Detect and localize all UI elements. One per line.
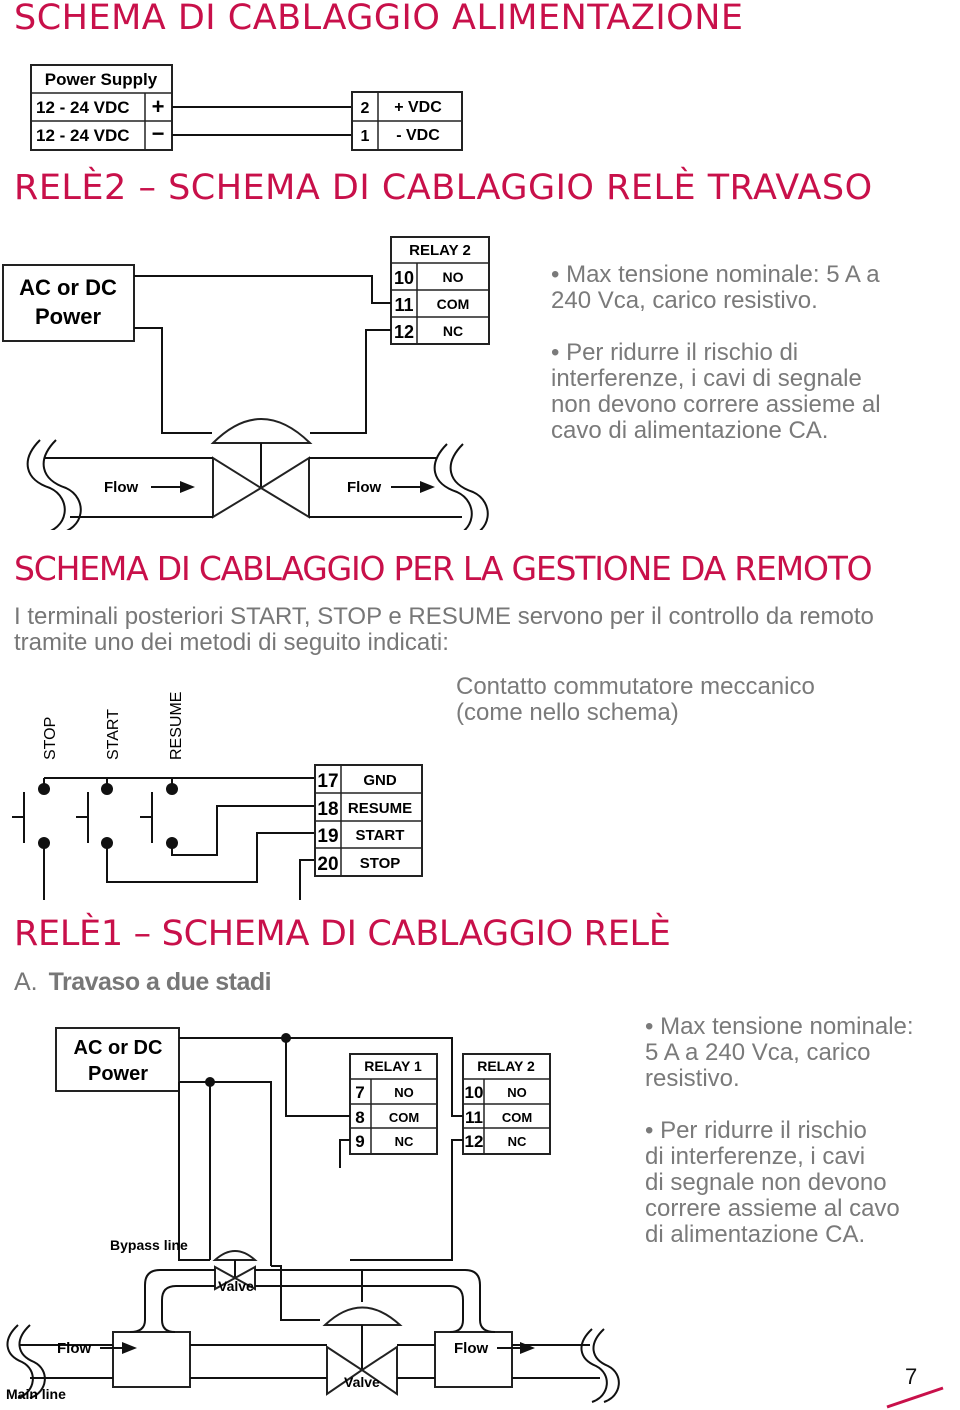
relay-terminal-label: NO xyxy=(443,269,464,285)
power-supply-header: Power Supply xyxy=(45,70,158,89)
power-box-line1: AC or DC xyxy=(19,275,117,300)
bypass-valve-label: Valve xyxy=(218,1278,254,1294)
switch-caption: Contatto commutatore meccanico (come nel… xyxy=(456,673,815,726)
relay-terminal-label: COM xyxy=(389,1110,419,1125)
relay2-notes: • Max tensione nominale: 5 A a 240 Vca, … xyxy=(551,236,951,470)
relay-terminal-number: 7 xyxy=(355,1083,364,1102)
wire-relay1-nc xyxy=(339,1139,350,1168)
relay-terminal-number: 12 xyxy=(465,1132,484,1151)
relay2-diagram: AC or DC Power RELAY 2 10 NO 11 COM 12 N… xyxy=(2,236,490,530)
relay-header: RELAY 2 xyxy=(409,242,471,259)
page-accent-stroke xyxy=(886,1386,944,1409)
wire-stop xyxy=(43,843,315,900)
wire-resume xyxy=(171,805,315,856)
two-stage-diagram: AC or DC Power RELAY 1 7 NO 8 COM 9 NC R… xyxy=(6,1027,620,1403)
main-valve-label: Valve xyxy=(344,1374,380,1390)
relay-terminal-number: 12 xyxy=(394,322,414,342)
subsection-prefix: A. xyxy=(14,968,38,996)
relay-terminal-label: NO xyxy=(394,1085,414,1100)
subsection-title: A. Travaso a due stadi xyxy=(14,968,272,997)
main-valve-actuator xyxy=(322,1306,403,1326)
remote-terminal-label: START xyxy=(356,827,405,844)
note-interference: • Per ridurre il rischio di interferenze… xyxy=(645,1117,900,1248)
wire-start xyxy=(106,832,315,883)
valve-left xyxy=(212,456,263,519)
power-supply-diagram: Power Supply 12 - 24 VDC + 12 - 24 VDC −… xyxy=(30,64,463,151)
tee-left xyxy=(112,1331,191,1388)
switch-start xyxy=(76,783,113,849)
relay-terminal-number: 11 xyxy=(465,1108,483,1127)
switch-label-stop: STOP xyxy=(42,717,59,760)
relay-terminal-label: COM xyxy=(437,296,470,312)
subsection-label: Travaso a due stadi xyxy=(48,968,272,996)
flow-label: Flow xyxy=(104,479,138,496)
wire-nc-to-actuator xyxy=(310,329,391,434)
relay1-notes: • Max tensione nominale: 5 A a 240 Vca, … xyxy=(645,988,955,1274)
remote-terminal-label: GND xyxy=(363,772,397,789)
wire-power-to-actuator xyxy=(134,327,212,434)
relay-terminal-label: NO xyxy=(507,1085,527,1100)
switch-resume xyxy=(140,783,178,849)
switch-stop xyxy=(12,783,50,849)
power-box-line1: AC or DC xyxy=(74,1037,163,1059)
flow-label: Flow xyxy=(454,1340,488,1357)
terminal-label: - VDC xyxy=(396,127,440,144)
bypass-line-label: Bypass line xyxy=(110,1237,188,1253)
relay-terminal-number: 9 xyxy=(355,1132,364,1151)
relay-terminal-number: 11 xyxy=(394,295,413,315)
relay-terminal-number: 8 xyxy=(355,1108,364,1127)
pipe-break-right xyxy=(580,1328,608,1403)
relay-header: RELAY 1 xyxy=(364,1058,422,1074)
section-title-power-wiring: SCHEMA DI CABLAGGIO ALIMENTAZIONE xyxy=(14,0,744,38)
note-max-voltage: • Max tensione nominale: 5 A a 240 Vca, … xyxy=(645,1013,914,1092)
section-title-relay2: RELÈ2 – SCHEMA DI CABLAGGIO RELÈ TRAVASO xyxy=(14,168,873,208)
remote-terminal-label: STOP xyxy=(360,855,401,872)
relay-terminal-label: COM xyxy=(502,1110,532,1125)
terminal-number: 2 xyxy=(361,100,370,117)
relay-header: RELAY 2 xyxy=(477,1058,535,1074)
plus-sign: + xyxy=(152,94,165,119)
remote-terminal-number: 19 xyxy=(317,826,338,847)
section-title-remote: SCHEMA DI CABLAGGIO PER LA GESTIONE DA R… xyxy=(14,549,873,588)
remote-terminal-number: 18 xyxy=(317,799,338,820)
flow-label: Flow xyxy=(347,479,381,496)
flow-label: Flow xyxy=(57,1340,91,1357)
power-box-line2: Power xyxy=(88,1063,148,1085)
remote-terminal-number: 17 xyxy=(317,771,338,792)
wire-com xyxy=(134,275,391,304)
bypass-pipe xyxy=(144,1269,215,1320)
main-line-label: Main line xyxy=(6,1386,66,1402)
note-max-voltage: • Max tensione nominale: 5 A a 240 Vca, … xyxy=(551,261,880,314)
terminal-label: + VDC xyxy=(394,99,442,116)
note-interference: • Per ridurre il rischio di interferenze… xyxy=(551,339,881,444)
switch-label-start: START xyxy=(105,709,122,760)
valve-actuator xyxy=(210,418,313,444)
minus-sign: − xyxy=(152,121,165,146)
remote-intro-text: I terminali posteriori START, STOP e RES… xyxy=(14,603,874,656)
valve-right xyxy=(259,456,310,519)
relay-terminal-label: NC xyxy=(395,1134,414,1149)
remote-control-diagram: STOP START RESUME 17 GND 18 RESUME 19 ST… xyxy=(12,692,423,900)
relay-terminal-number: 10 xyxy=(465,1083,484,1102)
power-supply-row-label: 12 - 24 VDC xyxy=(36,98,130,117)
switch-label-resume: RESUME xyxy=(168,692,185,760)
wire-relay2-nc xyxy=(350,1139,463,1261)
section-title-relay1: RELÈ1 – SCHEMA DI CABLAGGIO RELÈ xyxy=(14,914,671,954)
wire-relay1-com xyxy=(285,1038,350,1117)
remote-terminal-number: 20 xyxy=(317,854,338,875)
relay-terminal-label: NC xyxy=(508,1134,527,1149)
relay-terminal-label: NC xyxy=(443,323,463,339)
terminal-number: 1 xyxy=(361,128,370,145)
wire-power-bottom xyxy=(179,1081,272,1266)
bypass-actuator xyxy=(212,1250,258,1261)
remote-terminal-label: RESUME xyxy=(348,800,412,817)
power-box-line2: Power xyxy=(35,304,101,329)
relay-terminal-number: 10 xyxy=(394,268,414,288)
power-supply-row-label: 12 - 24 VDC xyxy=(36,126,130,145)
